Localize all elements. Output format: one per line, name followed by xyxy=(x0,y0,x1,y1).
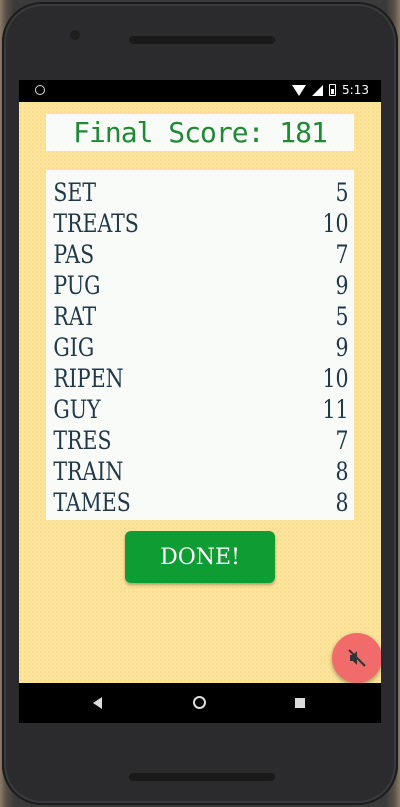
signal-icon xyxy=(312,84,324,96)
bottom-speaker xyxy=(129,773,275,781)
word-text: ROM xyxy=(53,518,106,520)
wifi-icon xyxy=(292,84,307,96)
screen: 5:13 Final Score: 181 SET 5 TREATS 10 PAS 7 PU… xyxy=(19,80,381,723)
word-points: 5 xyxy=(335,178,349,207)
word-row: SET 5 xyxy=(46,177,354,208)
word-points: 8 xyxy=(335,457,349,486)
word-text: SET xyxy=(53,178,97,207)
status-bar: 5:13 xyxy=(19,80,381,102)
word-row: TAMES 8 xyxy=(46,487,354,518)
app-content: Final Score: 181 SET 5 TREATS 10 PAS 7 PUG 9 RAT… xyxy=(19,102,381,683)
word-row: PAS 7 xyxy=(46,239,354,270)
word-row: RAT 5 xyxy=(46,301,354,332)
word-row: GUY 11 xyxy=(46,394,354,425)
word-points: 9 xyxy=(335,271,349,300)
home-icon[interactable] xyxy=(193,696,206,709)
word-row: ROM 7 xyxy=(46,518,354,520)
word-row: TREATS 10 xyxy=(46,208,354,239)
status-time: 5:13 xyxy=(342,83,369,97)
word-text: TREATS xyxy=(53,209,139,238)
notification-icon xyxy=(35,85,45,95)
word-points: 7 xyxy=(335,240,349,269)
word-points: 7 xyxy=(336,518,349,520)
nav-bar xyxy=(19,683,381,723)
status-icons: 5:13 xyxy=(292,83,369,97)
word-text: TRES xyxy=(53,426,112,455)
final-score-text: Final Score: 181 xyxy=(73,116,328,149)
top-speaker xyxy=(129,36,275,44)
word-points: 5 xyxy=(335,302,349,331)
word-points: 10 xyxy=(322,209,349,238)
final-score: Final Score: 181 xyxy=(46,114,354,151)
phone-frame: 5:13 Final Score: 181 SET 5 TREATS 10 PAS 7 PU… xyxy=(2,2,398,805)
word-points: 8 xyxy=(335,488,349,517)
battery-icon xyxy=(329,84,337,96)
word-text: GUY xyxy=(53,395,101,424)
word-text: RAT xyxy=(53,302,97,331)
recents-icon[interactable] xyxy=(295,698,305,708)
done-button-label: DONE! xyxy=(160,544,240,570)
word-points: 9 xyxy=(335,333,349,362)
word-row: RIPEN 10 xyxy=(46,363,354,394)
word-row: PUG 9 xyxy=(46,270,354,301)
word-text: PAS xyxy=(53,240,95,269)
word-points: 11 xyxy=(322,395,349,424)
word-points: 7 xyxy=(335,426,349,455)
word-list[interactable]: SET 5 TREATS 10 PAS 7 PUG 9 RAT 5 GIG 9 RIPEN 10 GUY 11… xyxy=(46,170,354,520)
word-text: RIPEN xyxy=(53,364,124,393)
word-text: PUG xyxy=(53,271,101,300)
back-icon[interactable] xyxy=(93,697,102,709)
front-camera xyxy=(70,30,80,40)
word-points: 10 xyxy=(322,364,349,393)
word-row: TRAIN 8 xyxy=(46,456,354,487)
mute-button[interactable] xyxy=(332,633,381,683)
word-text: GIG xyxy=(53,333,95,362)
word-row: GIG 9 xyxy=(46,332,354,363)
done-button[interactable]: DONE! xyxy=(125,531,275,583)
mute-icon xyxy=(348,649,366,667)
word-text: TRAIN xyxy=(53,457,124,486)
word-text: TAMES xyxy=(53,488,131,517)
word-row: TRES 7 xyxy=(46,425,354,456)
